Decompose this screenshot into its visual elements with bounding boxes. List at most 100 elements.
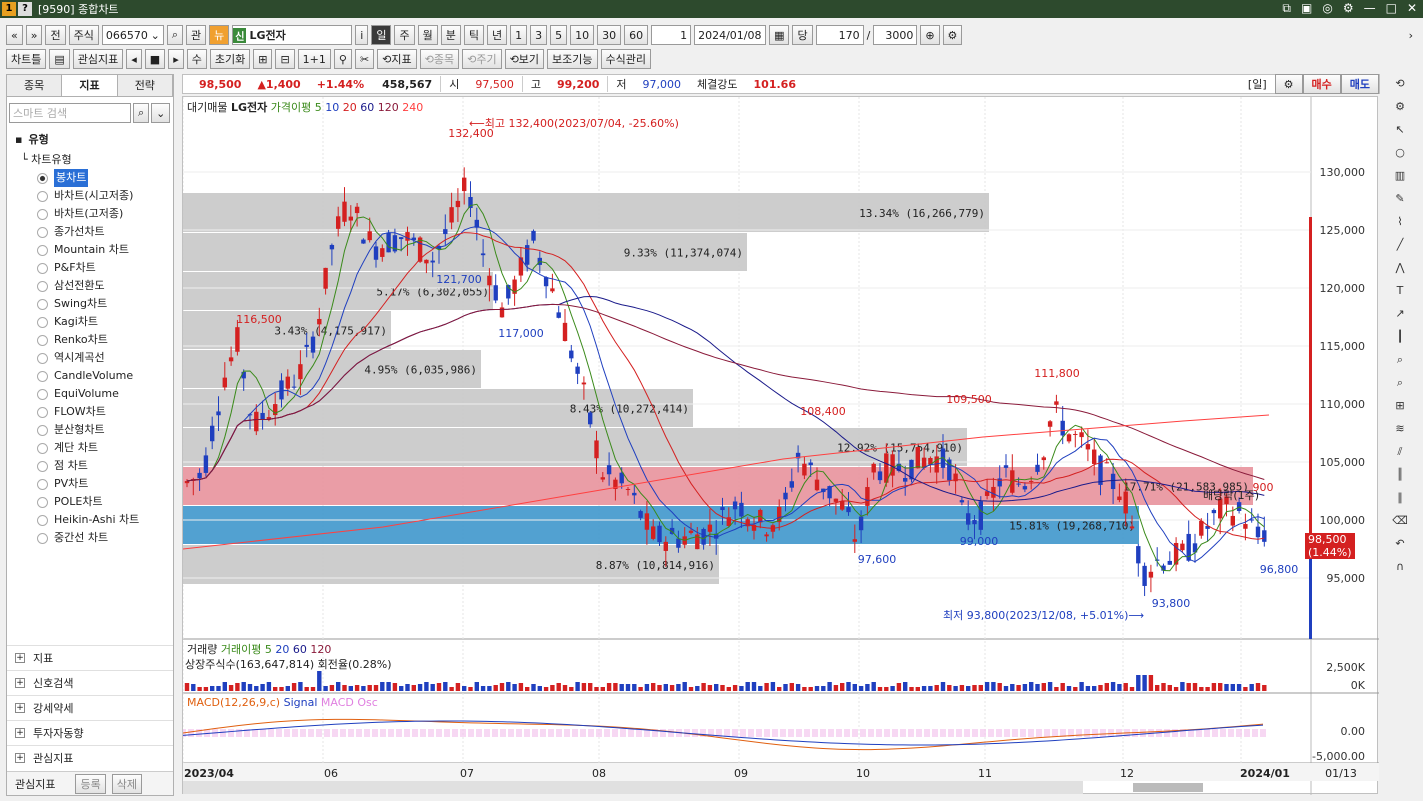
text-icon[interactable]: T [1390,281,1410,300]
tab-indicator[interactable]: 지표 [62,75,118,96]
chart-type-item[interactable]: FLOW차트 [15,403,173,421]
eraser-icon[interactable]: ⌫ [1390,511,1410,530]
radio-icon[interactable] [37,532,48,544]
period-refresh-button[interactable]: ⟲주기 [462,49,502,69]
help-icon[interactable]: ? [18,2,32,16]
auto-trend-icon[interactable]: ⋀ [1390,258,1410,277]
stock-name-field[interactable]: 신 LG전자 [232,25,353,45]
period-day[interactable]: 일 [371,25,392,45]
tab-strategy[interactable]: 전략 [117,75,173,96]
count-input[interactable]: 1 [651,25,692,45]
up-button[interactable]: » [25,25,43,45]
radio-icon[interactable] [37,388,48,400]
radio-icon[interactable] [37,406,48,418]
group-header[interactable]: ▪ 유형 [15,129,173,151]
chart-type-item[interactable]: PV차트 [15,475,173,493]
interval-1[interactable]: 1 [510,25,528,45]
dang-button[interactable]: 당 [792,25,813,45]
gear-icon[interactable]: ⚙ [1390,97,1410,116]
reset-button[interactable]: 초기화 [209,49,251,69]
radio-icon[interactable] [37,442,48,454]
minimize-icon[interactable]: — [1364,1,1376,16]
period-tick[interactable]: 틱 [463,25,484,45]
watch-indicator-button[interactable]: 관심지표 [72,49,124,69]
group-indicator[interactable]: + 지표 [7,645,173,670]
chart-type-item[interactable]: 계단 차트 [15,439,173,457]
chart-type-item[interactable]: Mountain 차트 [15,241,173,259]
app-number-icon[interactable]: 1 [2,2,16,16]
vertical-lines2-icon[interactable]: ∥ [1390,488,1410,507]
register-button[interactable]: 등록 [75,773,106,794]
cursor-icon[interactable]: ↖ [1390,120,1410,139]
period-week[interactable]: 주 [394,25,415,45]
save-icon[interactable]: ▤ [49,49,70,69]
brush-icon[interactable]: ⌇ [1390,212,1410,231]
radio-icon[interactable] [37,226,48,238]
group-watch[interactable]: + 관심지표 [7,745,173,770]
period-year[interactable]: 년 [486,25,508,45]
camera-icon[interactable]: ◎ [1322,1,1332,16]
expand-right-icon[interactable]: › [1409,29,1413,42]
arrow-icon[interactable]: ↗ [1390,304,1410,323]
group-signal[interactable]: + 신호검색 [7,670,173,695]
pin-icon[interactable]: ⚲ [333,49,352,69]
search-icon[interactable]: ⌕ [166,25,184,45]
interval-5[interactable]: 5 [550,25,568,45]
interval-30[interactable]: 30 [597,25,622,45]
radio-icon[interactable] [37,172,48,184]
indicator-refresh-button[interactable]: ⟲지표 [377,49,417,69]
radio-icon[interactable] [37,460,48,472]
pen-icon[interactable]: ✎ [1390,189,1410,208]
interval-10[interactable]: 10 [570,25,595,45]
radio-icon[interactable] [37,352,48,364]
search-icon[interactable]: ⌕ [133,103,150,123]
zoom-icon[interactable]: ⌕ [1390,350,1410,369]
chart-type-item[interactable]: P&F차트 [15,259,173,277]
interval-3[interactable]: 3 [530,25,548,45]
view-refresh-button[interactable]: ⟲보기 [504,49,545,69]
gwan-button[interactable]: 관 [186,25,207,45]
chart-icon[interactable]: ▥ [1390,166,1410,185]
save-icon[interactable]: ▣ [1301,1,1312,16]
chart-type-item[interactable]: 중간선 차트 [15,529,173,547]
chart-type-item[interactable]: CandleVolume [15,367,173,385]
total-count-input[interactable]: 3000 [873,25,918,45]
maximize-icon[interactable]: □ [1386,1,1397,16]
grid-icon[interactable]: ⊞ [1390,396,1410,415]
radio-icon[interactable] [37,316,48,328]
magnet-icon[interactable]: ∩ [1390,557,1410,576]
radio-icon[interactable] [37,190,48,202]
chart-type-item[interactable]: 역시계곡선 [15,349,173,367]
gear-icon[interactable]: ⚙ [942,25,963,45]
chart-type-item[interactable]: 바차트(시고저종) [15,187,173,205]
date-input[interactable]: 2024/01/08 [694,25,767,45]
group-strength[interactable]: + 강세약세 [7,695,173,720]
chart-type-item[interactable]: 바차트(고저종) [15,205,173,223]
price-chart-svg[interactable]: 13.34% (16,266,779)9.33% (11,374,074)5.1… [180,97,1379,795]
market-button[interactable]: 주식 [68,25,99,45]
scroll-right-icon[interactable]: ▸ [168,49,184,69]
formula-manager-button[interactable]: 수식관리 [600,49,652,69]
chart-type-item[interactable]: Kagi차트 [15,313,173,331]
prev-button[interactable]: « [6,25,23,45]
vertical-lines-icon[interactable]: ║ [1390,465,1410,484]
chevron-down-icon[interactable]: ⌄ [151,29,160,42]
channel-icon[interactable]: ⫽ [1390,442,1410,461]
zoom-icon[interactable]: ⊕ [920,25,940,45]
tab-stock[interactable]: 종목 [7,75,63,96]
group-investor[interactable]: + 투자자동향 [7,720,173,745]
table-icon[interactable]: ⊟ [275,49,295,69]
view-count-input[interactable]: 170 [815,25,864,45]
scroll-left-icon[interactable]: ◂ [126,49,142,69]
aux-function-button[interactable]: 보조기능 [547,49,598,69]
undo-icon[interactable]: ↶ [1390,534,1410,553]
radio-icon[interactable] [37,244,48,256]
sell-button[interactable]: 매도 [1340,74,1379,94]
close-icon[interactable]: ✕ [1407,1,1417,16]
chart-type-item[interactable]: EquiVolume [15,385,173,403]
radio-icon[interactable] [37,370,48,382]
chart-type-item[interactable]: POLE차트 [15,493,173,511]
radio-icon[interactable] [37,496,48,508]
stock-refresh-button[interactable]: ⟲종목 [419,49,460,69]
news-button[interactable]: 뉴 [209,25,230,45]
